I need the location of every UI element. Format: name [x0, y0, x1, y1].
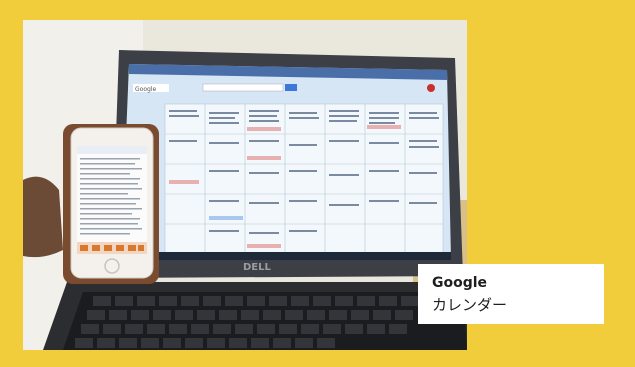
caption-box: Google カレンダー	[418, 264, 604, 324]
screen-avatar	[427, 84, 435, 92]
caption-brand: Google	[432, 275, 488, 291]
photo: Google DELL	[23, 20, 467, 350]
caption-subtitle: カレンダー	[432, 296, 508, 314]
screen-google-text: Google	[135, 86, 156, 93]
phone-screen	[77, 146, 147, 254]
yellow-frame: Google DELL Google カレンダー	[0, 0, 635, 367]
screen-search-box	[202, 83, 284, 92]
screen-taskbar	[121, 252, 451, 260]
phone-screen-header	[77, 146, 147, 154]
dell-logo: DELL	[243, 262, 272, 273]
hand	[23, 176, 63, 258]
screen-search-button	[285, 84, 297, 91]
photo-illustration: Google DELL	[23, 20, 467, 350]
